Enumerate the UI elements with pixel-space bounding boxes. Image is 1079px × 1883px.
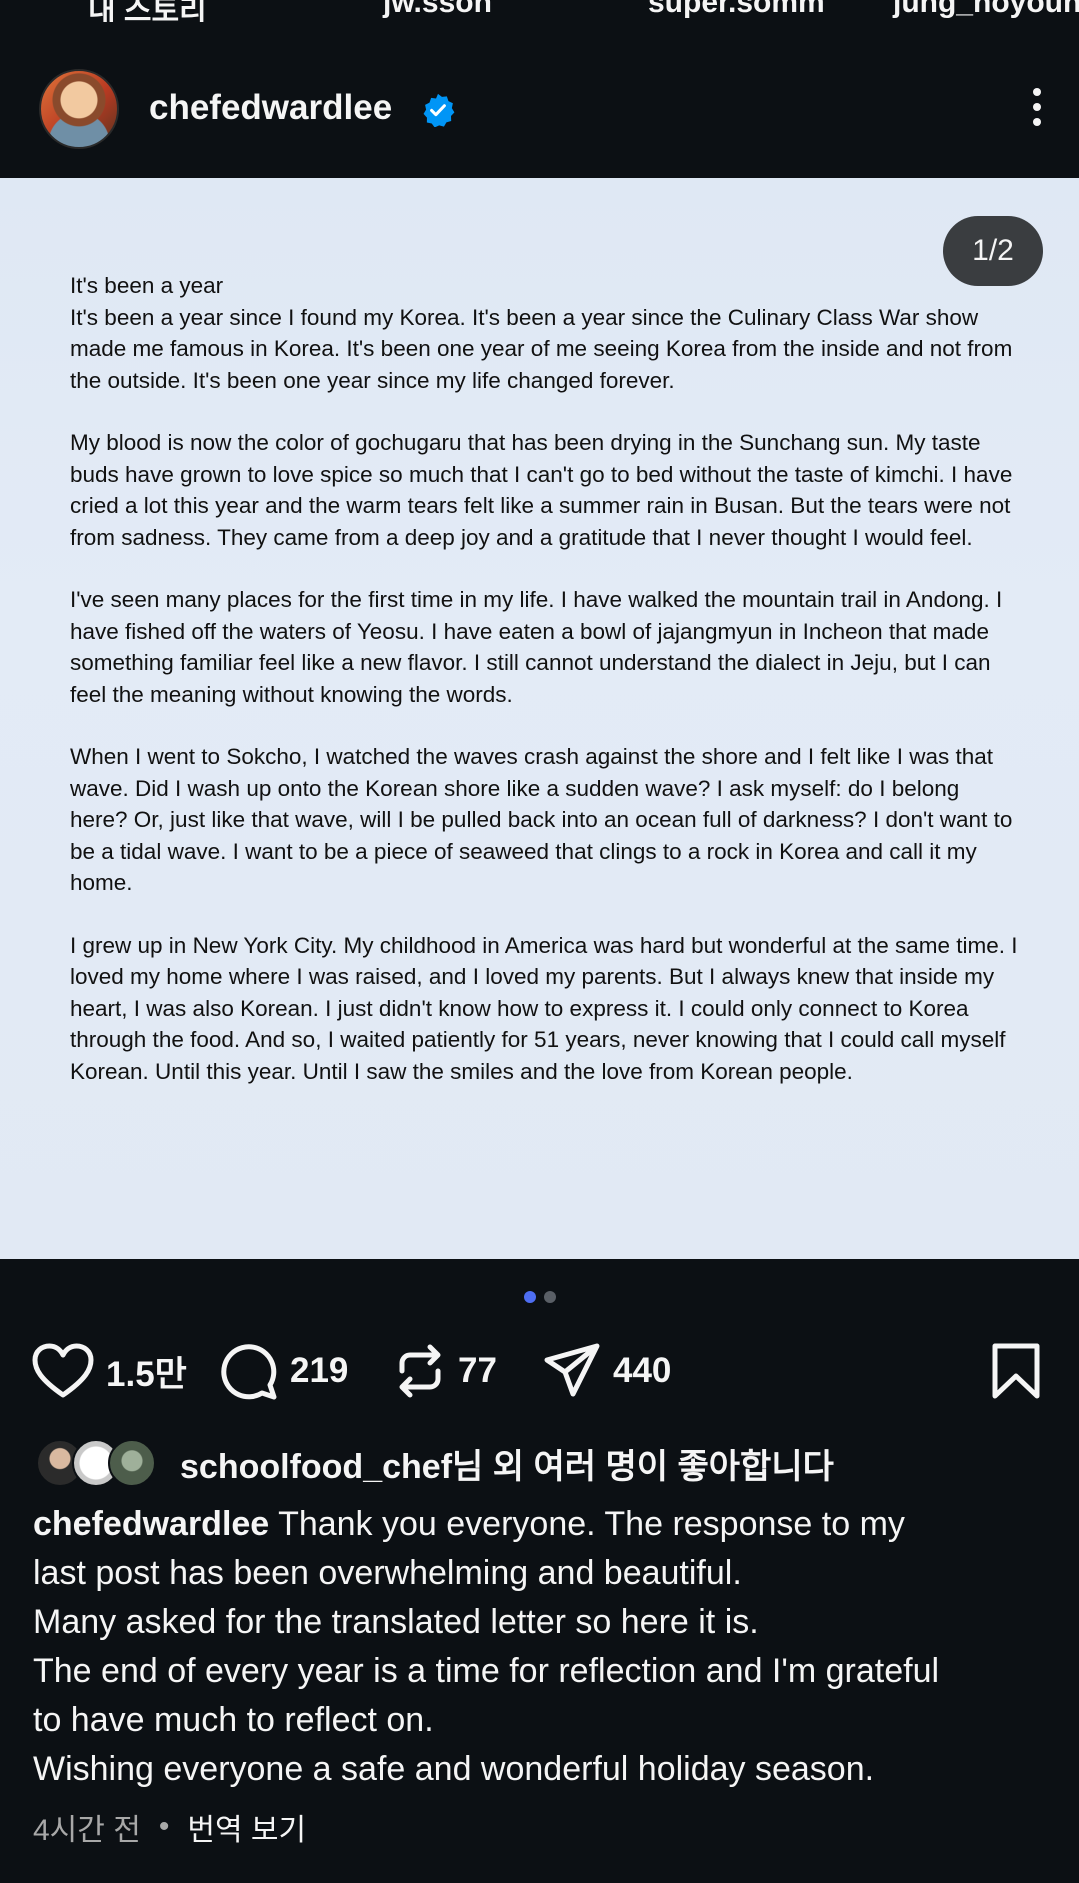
heart-icon — [32, 1343, 94, 1398]
stories-strip: 내 스토리 jw.sson super.somm jung_hoyoun — [0, 0, 1079, 22]
share-button[interactable]: 440 — [543, 1336, 671, 1406]
story-name-my-story[interactable]: 내 스토리 — [88, 0, 207, 22]
liked-by-text: schoolfood_chef님 외 여러 명이 좋아합니다 — [180, 1447, 834, 1486]
repost-icon — [399, 1344, 441, 1398]
post-meta: 4시간 전 • 번역 보기 — [33, 1805, 306, 1849]
story-name[interactable]: super.somm — [648, 0, 825, 20]
story-name[interactable]: jw.sson — [383, 0, 492, 20]
share-count: 440 — [613, 1351, 672, 1390]
caption-username[interactable]: chefedwardlee — [33, 1505, 269, 1543]
liker-avatar — [108, 1439, 156, 1487]
carousel-dot-active — [523, 1291, 536, 1303]
more-options-icon[interactable] — [1025, 84, 1049, 130]
share-icon — [544, 1343, 600, 1397]
translate-link[interactable]: 번역 보기 — [187, 1805, 306, 1849]
post-timestamp: 4시간 전 — [33, 1814, 141, 1847]
post-caption: chefedwardlee Thank you everyone. The re… — [33, 1500, 1053, 1794]
repost-count: 77 — [458, 1351, 497, 1390]
caption-line: The end of every year is a time for refl… — [33, 1652, 940, 1690]
comment-icon — [221, 1344, 277, 1400]
like-count: 1.5만 — [106, 1354, 187, 1394]
meta-separator: • — [158, 1810, 170, 1843]
letter-paragraph: I've seen many places for the first time… — [70, 587, 1003, 707]
caption-line: Many asked for the translated letter so … — [33, 1603, 759, 1641]
carousel-indicator — [0, 1291, 1079, 1303]
caption-line: to have much to reflect on. — [33, 1701, 434, 1739]
letter-heading: It's been a year — [70, 273, 224, 298]
repost-button[interactable]: 77 — [394, 1336, 497, 1406]
letter-paragraph: I grew up in New York City. My childhood… — [70, 932, 1018, 1084]
action-bar: 1.5만 219 77 440 — [0, 1336, 1079, 1406]
post-header: chefedwardlee — [0, 62, 1079, 158]
like-button[interactable]: 1.5만 — [32, 1336, 187, 1406]
bookmark-icon[interactable] — [991, 1342, 1041, 1400]
liked-by-row[interactable]: schoolfood_chef님 외 여러 명이 좋아합니다 — [36, 1436, 834, 1490]
verified-icon — [423, 93, 455, 127]
avatar[interactable] — [39, 69, 119, 149]
caption-line: Thank you everyone. The response to my — [278, 1505, 905, 1543]
letter-paragraph: My blood is now the color of gochugaru t… — [70, 430, 1013, 550]
post-photo[interactable]: 1/2 It's been a year It's been a year si… — [0, 178, 1079, 1259]
comment-button[interactable]: 219 — [218, 1336, 348, 1406]
letter-text: It's been a year It's been a year since … — [70, 270, 1020, 1118]
post-username[interactable]: chefedwardlee — [149, 88, 392, 128]
carousel-dot — [543, 1291, 556, 1303]
caption-line: Wishing everyone a safe and wonderful ho… — [33, 1750, 875, 1788]
letter-paragraph: It's been a year since I found my Korea.… — [70, 304, 1013, 393]
comment-count: 219 — [290, 1351, 349, 1390]
letter-paragraph: When I went to Sokcho, I watched the wav… — [70, 744, 1013, 895]
story-name[interactable]: jung_hoyoun — [893, 0, 1079, 20]
caption-line: last post has been overwhelming and beau… — [33, 1554, 742, 1592]
